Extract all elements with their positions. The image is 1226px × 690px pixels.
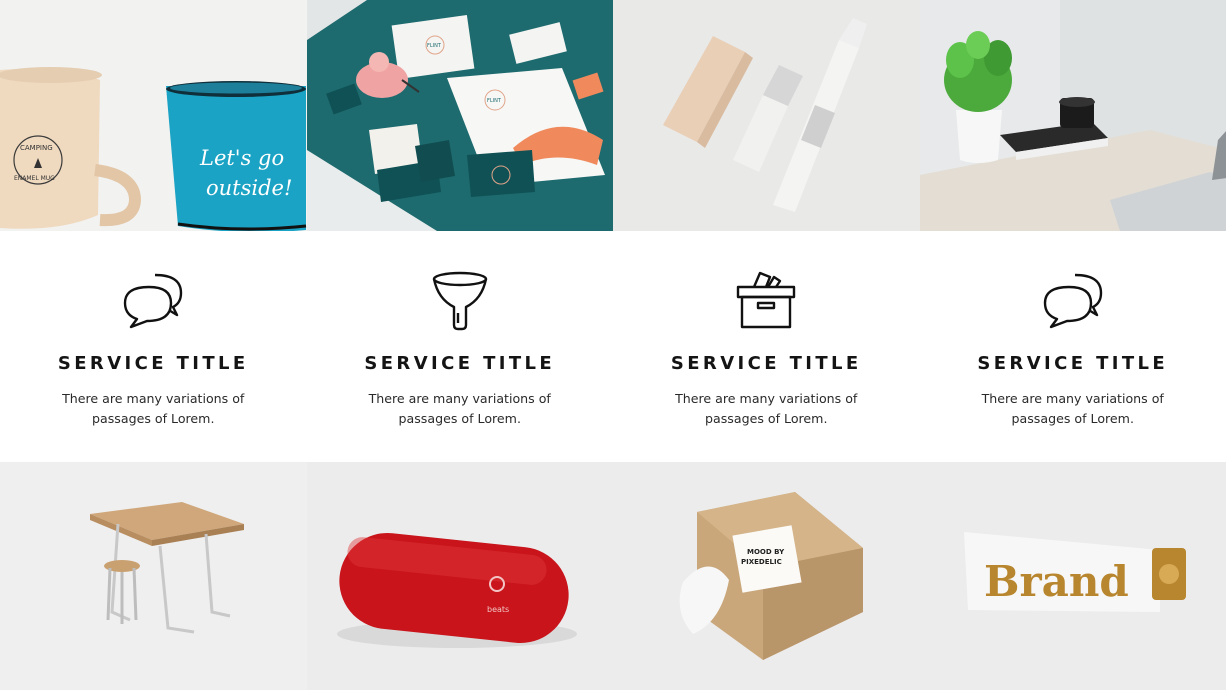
bottom-gallery: beats MOOD BY PIXEDELIC Brand (0, 462, 1226, 690)
stationery-brand-2: FLINT (487, 98, 502, 104)
chat-bubbles-icon (121, 269, 185, 333)
archive-box-icon (734, 269, 798, 333)
service-title: SERVICE TITLE (364, 353, 556, 374)
desk-plant-laptop-photo[interactable] (919, 0, 1226, 231)
top-gallery: CAMPING ENAMEL MUG Let's go outside! FLI… (0, 0, 1226, 231)
service-description: There are many variations of passages of… (666, 389, 866, 429)
stationery-branding-photo[interactable]: FLINT FLINT (306, 0, 613, 231)
chat-bubbles-icon (1041, 269, 1105, 333)
service-description-line: passages of Lorem. (1011, 411, 1134, 426)
funnel-icon (428, 269, 492, 333)
service-description: There are many variations of passages of… (360, 389, 560, 429)
stationery-brand-1: FLINT (427, 43, 442, 49)
service-description-line: There are many variations of (675, 391, 858, 406)
box-label-line1: MOOD BY (747, 548, 785, 556)
service-title: SERVICE TITLE (670, 353, 862, 374)
mug-text-enamel: ENAMEL MUG (14, 175, 55, 182)
tube-brand-text: Brand (984, 557, 1129, 606)
box-label-line2: PIXEDELIC (741, 558, 782, 566)
service-description-line: There are many variations of (62, 391, 245, 406)
service-description-line: passages of Lorem. (92, 411, 215, 426)
service-card: SERVICE TITLE There are many variations … (920, 231, 1226, 462)
brand-tube-photo[interactable]: Brand (919, 462, 1226, 690)
kraft-box-photo[interactable]: MOOD BY PIXEDELIC (613, 462, 920, 690)
mug-text-outside: outside! (206, 176, 292, 200)
cosmetic-bottles-photo[interactable] (613, 0, 920, 231)
service-title: SERVICE TITLE (57, 353, 249, 374)
table-stool-photo[interactable] (0, 462, 307, 690)
speaker-logo-text: beats (487, 605, 509, 614)
service-card: SERVICE TITLE There are many variations … (0, 231, 307, 462)
service-card: SERVICE TITLE There are many variations … (613, 231, 920, 462)
service-description-line: passages of Lorem. (705, 411, 828, 426)
mug-text-camping: CAMPING (20, 144, 53, 152)
services-section: SERVICE TITLE There are many variations … (0, 231, 1226, 462)
service-title: SERVICE TITLE (977, 353, 1169, 374)
mug-text-lets-go: Let's go (199, 146, 284, 170)
service-card: SERVICE TITLE There are many variations … (307, 231, 614, 462)
service-description: There are many variations of passages of… (53, 389, 253, 429)
camping-mugs-photo[interactable]: CAMPING ENAMEL MUG Let's go outside! (0, 0, 307, 231)
service-description-line: There are many variations of (368, 391, 551, 406)
service-description-line: There are many variations of (981, 391, 1164, 406)
service-description-line: passages of Lorem. (398, 411, 521, 426)
service-description: There are many variations of passages of… (973, 389, 1173, 429)
red-speaker-photo[interactable]: beats (306, 462, 613, 690)
